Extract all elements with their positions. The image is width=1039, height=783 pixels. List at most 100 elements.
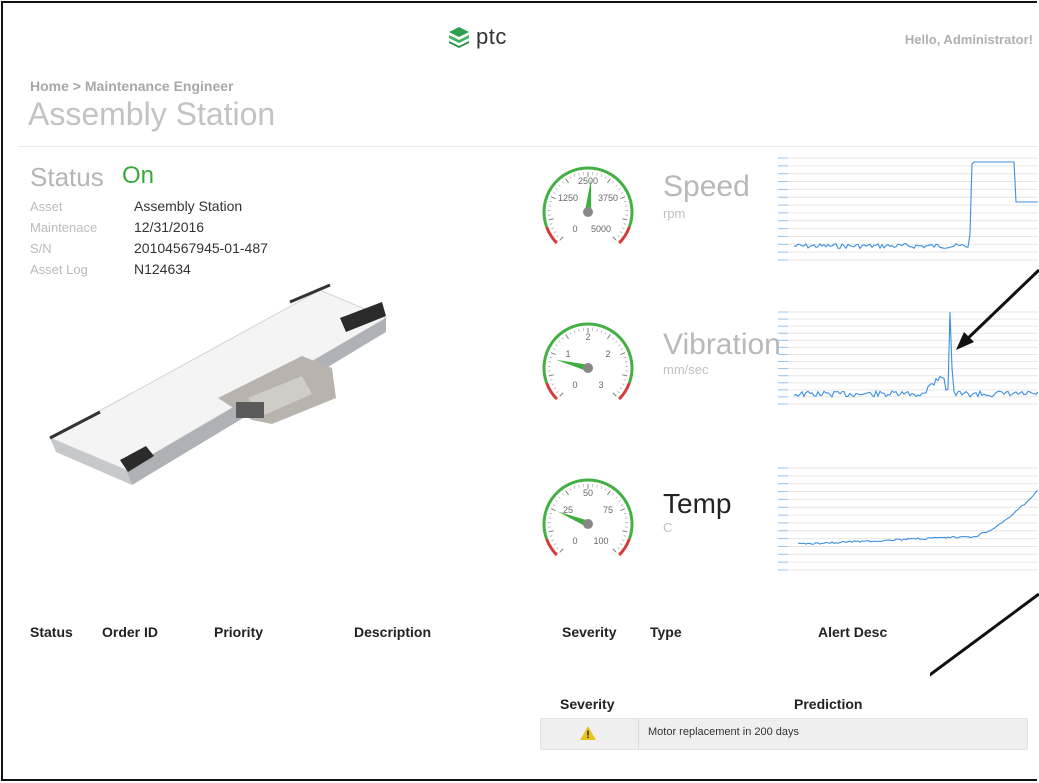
predictions-col-severity[interactable]: Severity [560, 696, 614, 712]
gauge-tick [573, 174, 576, 177]
gauge-tick-label: 1 [565, 349, 570, 359]
gauge-red-low-arc [545, 538, 558, 557]
gauge-tick [612, 392, 617, 397]
breadcrumb-home[interactable]: Home [30, 78, 69, 94]
status-value: On [122, 162, 155, 189]
vibration-gauge: 2 1 2 0 3 [542, 322, 634, 401]
asset-log-value[interactable]: N124634 [134, 259, 268, 280]
gauge-tick [604, 332, 607, 335]
gauge-tick [548, 218, 554, 221]
gauge-tick [561, 493, 564, 496]
gauge-tick [624, 356, 627, 359]
predictions-col-prediction[interactable]: Prediction [794, 696, 862, 712]
gauge-hub [583, 519, 593, 529]
gauge-tick [556, 235, 559, 237]
conveyor-belt-image [48, 283, 388, 485]
page-title: Assembly Station [28, 96, 276, 132]
gauge-tick [553, 543, 557, 546]
gauge-tick [607, 490, 611, 496]
gauge-tick [558, 496, 561, 499]
gauge-tick [624, 200, 627, 203]
gauge-tick [578, 329, 580, 332]
gauge-tick [615, 184, 618, 187]
gauge-red-low-arc [545, 382, 558, 401]
gauge-tick [551, 383, 555, 385]
prediction-text: Motor replacement in 200 days [648, 726, 800, 738]
gauge-tick [612, 181, 615, 184]
work-order-col-order-id[interactable]: Order ID [102, 624, 158, 640]
gauge-tick [548, 530, 554, 533]
gauge-tick [565, 490, 569, 496]
gauge-tick [622, 530, 628, 533]
gauge-tick [549, 356, 552, 359]
asset-value: Assembly Station [134, 198, 243, 214]
gauge-tick [559, 392, 564, 397]
gauge-hub [583, 207, 593, 217]
gauge-tick [556, 391, 559, 393]
gauge-tick [549, 223, 553, 225]
gauge-red-high-arc [618, 538, 631, 557]
gauge-tick [612, 493, 615, 496]
gauge-tick-label: 75 [603, 505, 613, 515]
gauge-tick [624, 512, 627, 515]
gauge-tick [553, 231, 557, 234]
gauge-tick [620, 196, 626, 200]
gauge-tick [549, 512, 552, 515]
alerts-col-type[interactable]: Type [650, 624, 682, 640]
alerts-col-alert-desc[interactable]: Alert Desc [818, 624, 887, 640]
gauge-tick [596, 329, 598, 332]
gauge-tick [612, 236, 617, 241]
annotation-arrows [930, 268, 1039, 677]
gauge-tick [551, 539, 555, 541]
gauge-tick [573, 330, 576, 333]
gauge-tick [561, 337, 564, 340]
user-greeting[interactable]: Hello, Administrator! [905, 32, 1033, 47]
asset-log-label: Asset Log [30, 262, 88, 277]
work-order-col-status[interactable]: Status [30, 624, 73, 640]
work-order-col-priority[interactable]: Priority [214, 624, 263, 640]
gauge-tick [618, 344, 621, 347]
work-order-col-description[interactable]: Description [354, 624, 431, 640]
gauge-tick [623, 535, 627, 537]
gauge-tick [549, 535, 553, 537]
gauge-tick-label: 0 [572, 380, 577, 390]
gauge-tick [573, 486, 576, 489]
gauge-tick [600, 174, 603, 177]
gauge-tick [548, 374, 554, 377]
gauge-tick [569, 176, 572, 179]
gauge-tick [615, 496, 618, 499]
gauge-tick [620, 192, 624, 194]
header-divider [18, 146, 1038, 147]
gauge-tick [559, 548, 564, 553]
breadcrumb-current[interactable]: Maintenance Engineer [85, 78, 234, 94]
gauge-tick [549, 379, 553, 381]
gauge-tick [551, 227, 555, 229]
gauge-tick [553, 387, 557, 390]
gauge-tick-label: 2 [585, 332, 590, 342]
gauge-tick [620, 508, 626, 512]
asset-info-labels: Asset Maintenace S/N Asset Log [30, 196, 97, 280]
gauge-tick [621, 227, 625, 229]
status-label: Status [30, 162, 104, 192]
serial-value: 20104567945-01-487 [134, 240, 268, 256]
maintenance-value: 12/31/2016 [134, 219, 205, 235]
alerts-col-severity[interactable]: Severity [562, 624, 616, 640]
gauge-tick [552, 504, 556, 506]
gauge-tick [612, 548, 617, 553]
gauge-tick [622, 374, 628, 377]
speed-metric-name: Speed [663, 170, 750, 203]
gauge-tick [558, 340, 561, 343]
gauge-tick [555, 188, 558, 191]
gauge-tick-label: 25 [563, 505, 573, 515]
ptc-logo[interactable]: ptc [448, 24, 507, 50]
gauge-red-high-arc [618, 382, 631, 401]
gauge-tick [556, 547, 559, 549]
warning-icon [580, 726, 596, 740]
gauge-tick [618, 500, 621, 503]
maintenance-label: Maintenace [30, 220, 98, 235]
logo-text: ptc [476, 24, 507, 49]
gauge-tick-label: 5000 [591, 224, 611, 234]
gauge-tick [569, 332, 572, 335]
gauge-tick [600, 486, 603, 489]
gauge-tick [623, 223, 627, 225]
